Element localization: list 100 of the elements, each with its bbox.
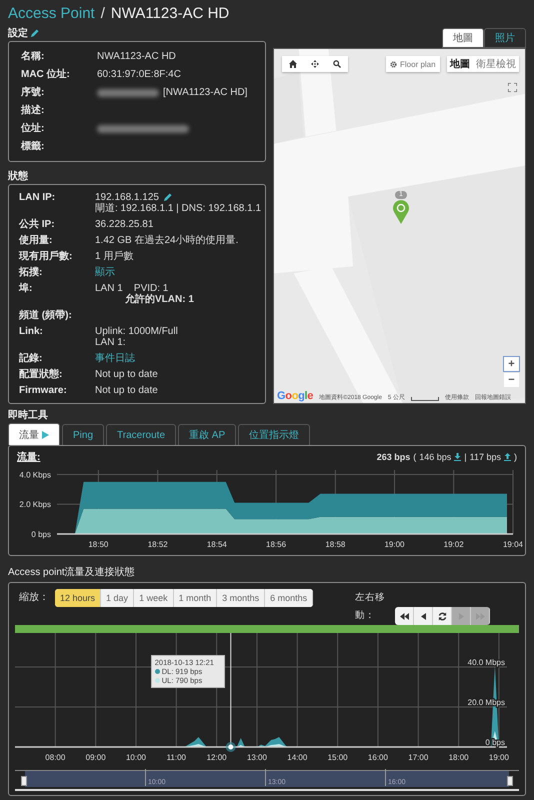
range-handle[interactable] <box>507 776 513 786</box>
hover-marker <box>226 742 236 752</box>
tab[interactable]: Traceroute <box>106 424 176 445</box>
axis-label: 18:56 <box>266 540 286 549</box>
field-label: 左右移動： <box>355 591 386 623</box>
breadcrumb-link[interactable]: Access Point <box>8 5 95 22</box>
page-title: NWA1123-AC HD <box>110 5 230 22</box>
field-value: 192.168.1.125 <box>95 192 159 203</box>
field-label: 配置狀態: <box>19 369 64 380</box>
axis-label: 40.0 Mbps <box>468 658 505 668</box>
tab[interactable]: 地圖 <box>442 28 484 48</box>
gear-icon <box>390 60 397 68</box>
axis-label: 4.0 Kbps <box>19 470 51 480</box>
axis-label: 0 bps <box>31 530 51 539</box>
navigator-scrollbar[interactable] <box>15 789 519 791</box>
axis-label: 0 bps <box>485 738 505 748</box>
floor-plan-button[interactable]: Floor plan <box>386 56 440 72</box>
play-icon <box>42 430 49 438</box>
section-title: 即時工具 <box>8 408 48 422</box>
tab[interactable]: 位置指示燈 <box>238 424 310 445</box>
edit-icon[interactable] <box>30 28 39 38</box>
field-label: 現有用戶數: <box>19 251 74 262</box>
field-value: 允許的VLAN: 1 <box>125 294 194 305</box>
edit-icon[interactable] <box>162 193 172 202</box>
field-label: 名稱: <box>21 51 46 62</box>
field-label: 頻道 (頻帶): <box>19 310 73 321</box>
field-label: 拓撲: <box>19 267 44 278</box>
axis-label: 19:00 <box>488 753 509 762</box>
axis-label: 14:00 <box>287 753 308 762</box>
field-label: 縮放： <box>19 590 49 605</box>
field-value: 閘道: 192.168.1.1 | DNS: 192.168.1.1 <box>95 203 262 214</box>
pan-button[interactable] <box>414 607 434 625</box>
breadcrumb-separator: / <box>100 5 105 22</box>
field-value: 36.228.25.81 <box>95 219 154 230</box>
field-value: Not up to date <box>95 369 158 380</box>
traffic-reading: | <box>464 452 467 462</box>
fullscreen-icon[interactable] <box>508 83 517 92</box>
traffic-reading: ( <box>413 452 416 462</box>
axis-label: 11:00 <box>166 753 186 762</box>
tab[interactable]: Ping <box>62 424 104 445</box>
field-label: Link: <box>19 326 44 339</box>
field-label: 序號: <box>21 87 46 98</box>
tab[interactable]: 照片 <box>484 28 526 48</box>
axis-label: 12:00 <box>206 753 227 762</box>
field-value: Not up to date <box>95 385 158 396</box>
move-icon <box>311 60 319 68</box>
section-title: 設定 <box>8 26 28 40</box>
axis-label: 08:00 <box>45 753 66 762</box>
field-label: MAC 位址: <box>21 69 71 80</box>
field-label: 位址: <box>21 123 46 134</box>
zoom-out-button[interactable]: − <box>504 373 519 387</box>
upload-icon <box>504 453 511 461</box>
field-value: [NWA1123-AC HD] <box>163 87 248 98</box>
zoom-in-button[interactable]: + <box>504 357 519 371</box>
scale-bar <box>410 397 439 401</box>
search-icon <box>333 60 341 68</box>
home-icon <box>289 60 297 68</box>
link[interactable]: 顯示 <box>95 267 115 278</box>
link[interactable]: 事件日誌 <box>95 353 135 364</box>
axis-label: 09:00 <box>86 753 106 762</box>
axis-label: 18:50 <box>88 540 108 549</box>
chart-title: 流量: <box>17 450 40 464</box>
axis-label: 17:00 <box>408 753 428 762</box>
traffic-reading: 146 bps <box>419 452 452 462</box>
field-value: 1.42 GB 在過去24小時的使用量. <box>95 235 238 246</box>
traffic-reading: 263 bps <box>376 452 410 462</box>
pan-button[interactable] <box>433 607 452 625</box>
axis-label: 18:54 <box>206 540 227 549</box>
axis-label: 13:00 <box>246 753 267 762</box>
map-pin-icon[interactable] <box>392 200 410 224</box>
section-title: 狀態 <box>8 170 28 183</box>
range-button[interactable]: 12 hours <box>55 589 102 607</box>
download-icon <box>454 453 462 461</box>
axis-label: 18:52 <box>148 540 168 549</box>
map-logo: Google <box>277 390 314 402</box>
traffic-reading: ) <box>514 452 517 462</box>
map-type-toggle[interactable]: 衛星檢視 <box>473 56 519 72</box>
traffic-reading: 117 bps <box>470 452 501 462</box>
previous-icon <box>420 612 426 620</box>
field-value: Uplink: 1000M/Full <box>95 326 178 337</box>
range-handle[interactable] <box>21 776 27 786</box>
search-button[interactable] <box>326 56 348 72</box>
axis-label: 19:00 <box>384 540 405 549</box>
pan-button[interactable] <box>395 607 414 625</box>
field-label: 埠: <box>19 283 34 296</box>
axis-label: 16:00 <box>368 753 388 762</box>
tab[interactable]: 流量 <box>8 423 60 445</box>
field-value: NWA1123-AC HD <box>97 51 176 62</box>
field-label: 描述: <box>21 105 46 116</box>
home-button[interactable] <box>282 56 304 72</box>
field-value: LAN 1 PVID: 1 <box>95 283 168 294</box>
tab[interactable]: 重啟 AP <box>178 424 236 445</box>
field-label: Firmware: <box>19 385 68 396</box>
axis-label: 18:00 <box>448 753 469 762</box>
field-label: 標籤: <box>21 141 46 152</box>
axis-label: 2.0 Kbps <box>19 500 51 510</box>
axis-label: 19:02 <box>444 540 464 549</box>
field-label: 記錄: <box>19 353 44 364</box>
map-type-toggle[interactable]: 地圖 <box>447 56 473 72</box>
field-value: LAN 1: <box>95 337 126 348</box>
